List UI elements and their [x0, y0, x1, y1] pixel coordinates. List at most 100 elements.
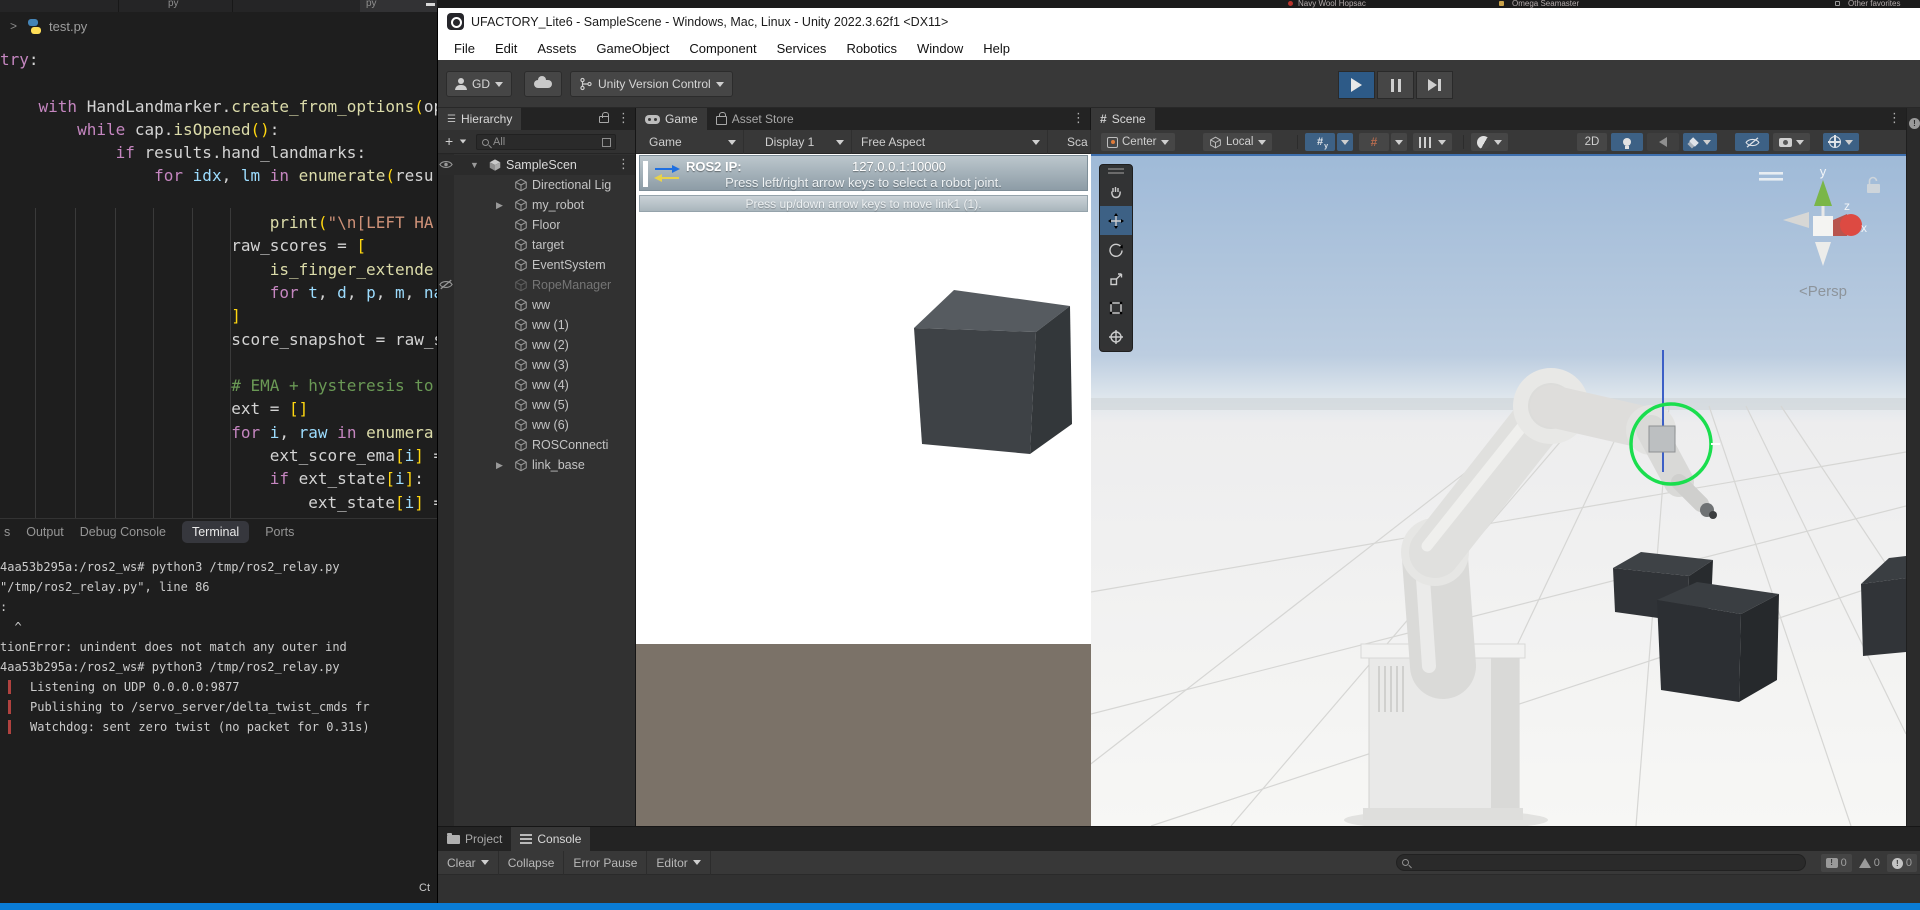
panel-tab-terminal[interactable]: Terminal	[182, 521, 249, 543]
expand-arrow-icon[interactable]: ▶	[496, 200, 503, 211]
tab-asset-store[interactable]: Asset Store	[707, 108, 803, 130]
hierarchy-item-link-base[interactable]: ▶link_base	[438, 455, 635, 475]
camera-settings-dropdown[interactable]	[1773, 133, 1810, 151]
gizmos-dropdown[interactable]	[1823, 133, 1859, 151]
hierarchy-item-ww-4-[interactable]: ww (4)	[438, 375, 635, 395]
kebab-menu-icon[interactable]: ⋮	[617, 157, 630, 172]
scene-audio-toggle[interactable]	[1647, 133, 1679, 151]
scene-orientation-gizmo[interactable]: y z x <Persp	[1751, 162, 1901, 307]
console-warning-count[interactable]: 0	[1854, 854, 1885, 872]
vscode-status-bar[interactable]	[0, 903, 1920, 910]
editor-tab-strip[interactable]: pypy	[0, 0, 437, 12]
snap-toggle[interactable]: #	[1359, 133, 1389, 151]
hierarchy-item-ww-1-[interactable]: ww (1)	[438, 315, 635, 335]
menu-window[interactable]: Window	[907, 41, 973, 56]
hierarchy-search-input[interactable]: All	[476, 134, 616, 150]
menu-edit[interactable]: Edit	[485, 41, 527, 56]
kebab-menu-icon[interactable]: ⋮	[1072, 111, 1085, 126]
menu-services[interactable]: Services	[767, 41, 837, 56]
console-error-count[interactable]: !0	[1887, 854, 1917, 872]
hierarchy-item-rosconnecti[interactable]: ROSConnecti	[438, 435, 635, 455]
unlock-icon[interactable]	[1867, 178, 1880, 194]
perspective-label[interactable]: <Persp	[1799, 283, 1847, 300]
lock-icon[interactable]	[599, 116, 609, 123]
chevron-down-icon[interactable]	[460, 140, 466, 144]
terminal-panel[interactable]: 4aa53b295a:/ros2_ws# python3 /tmp/ros2_r…	[0, 545, 437, 890]
menu-robotics[interactable]: Robotics	[836, 41, 907, 56]
pivot-mode-dropdown[interactable]: Center	[1101, 133, 1175, 151]
account-button[interactable]: GD	[446, 71, 512, 97]
game-toolbar-game-dropdown[interactable]: Game	[642, 130, 744, 154]
ros2-ip-value[interactable]: 127.0.0.1:10000	[852, 159, 946, 174]
hierarchy-item-ropemanager[interactable]: RopeManager	[438, 275, 635, 295]
tab-project[interactable]: Project	[438, 827, 511, 851]
console-editor-button[interactable]: Editor	[647, 851, 710, 875]
console-collapse-button[interactable]: Collapse	[499, 851, 565, 875]
hierarchy-item-target[interactable]: target	[438, 235, 635, 255]
rotate-tool-button[interactable]	[1100, 235, 1132, 264]
console-error-pause-button[interactable]: Error Pause	[564, 851, 647, 875]
eye-icon[interactable]	[439, 159, 453, 171]
step-button[interactable]	[1416, 71, 1453, 99]
code-editor[interactable]: try: with HandLandmarker.create_from_opt…	[0, 40, 437, 518]
console-search-input[interactable]	[1396, 854, 1806, 871]
tab-game[interactable]: Game	[636, 108, 707, 130]
hierarchy-item-floor[interactable]: Floor	[438, 215, 635, 235]
menu-help[interactable]: Help	[973, 41, 1020, 56]
game-toolbar-sca-dropdown[interactable]: Sca	[1060, 130, 1091, 154]
snap-increment-button[interactable]	[1413, 133, 1452, 151]
menu-component[interactable]: Component	[679, 41, 766, 56]
move-tool-button[interactable]	[1100, 206, 1132, 235]
menu-file[interactable]: File	[444, 41, 485, 56]
menu-gameobject[interactable]: GameObject	[586, 41, 679, 56]
panel-tab-ports[interactable]: Ports	[265, 525, 294, 539]
version-control-button[interactable]: Unity Version Control	[570, 71, 733, 97]
grid-options-dropdown[interactable]	[1337, 133, 1353, 151]
rect-tool-button[interactable]	[1100, 293, 1132, 322]
hierarchy-item-ww-3-[interactable]: ww (3)	[438, 355, 635, 375]
game-viewport[interactable]: ROS2 IP: 127.0.0.1:10000 Press left/righ…	[636, 154, 1091, 826]
2d-toggle[interactable]: 2D	[1577, 133, 1607, 151]
transform-tool-button[interactable]	[1100, 322, 1132, 351]
notification-icon[interactable]: !	[1909, 118, 1920, 129]
picker-icon[interactable]	[602, 138, 611, 147]
game-toolbar-display-1-dropdown[interactable]: Display 1	[758, 130, 852, 154]
grid-visibility-toggle[interactable]: #y	[1305, 133, 1335, 151]
bookmark-item[interactable]: Other favorites	[1848, 0, 1900, 8]
effects-dropdown[interactable]	[1683, 133, 1717, 151]
console-message-count[interactable]: !0	[1821, 854, 1852, 872]
menu-assets[interactable]: Assets	[527, 41, 586, 56]
hierarchy-item-my-robot[interactable]: ▶my_robot	[438, 195, 635, 215]
game-toolbar-free-aspect-dropdown[interactable]: Free Aspect	[854, 130, 1048, 154]
view-tool-button[interactable]	[1100, 177, 1132, 206]
bookmark-item[interactable]: Navy Wool Hopsac	[1298, 0, 1366, 8]
pause-button[interactable]	[1377, 71, 1414, 99]
hierarchy-item-directional-lig[interactable]: Directional Lig	[438, 175, 635, 195]
eye-off-icon[interactable]	[439, 279, 453, 291]
hierarchy-item-ww-2-[interactable]: ww (2)	[438, 335, 635, 355]
panel-tab-s[interactable]: s	[4, 525, 10, 539]
hierarchy-item-samplescen[interactable]: ▼SampleScen⋮	[438, 155, 635, 175]
snap-options-dropdown[interactable]	[1391, 133, 1407, 151]
unity-title-bar[interactable]: UFACTORY_Lite6 - SampleScene - Windows, …	[438, 8, 1920, 36]
add-gameobject-button[interactable]: +	[445, 133, 453, 149]
hierarchy-item-ww-5-[interactable]: ww (5)	[438, 395, 635, 415]
scale-tool-button[interactable]	[1100, 264, 1132, 293]
hierarchy-item-ww[interactable]: ww	[438, 295, 635, 315]
drag-handle[interactable]	[1100, 165, 1132, 177]
scene-viewport[interactable]: y z x <Persp	[1091, 154, 1906, 826]
kebab-menu-icon[interactable]: ⋮	[617, 111, 630, 126]
play-button[interactable]	[1338, 71, 1375, 99]
panel-tab-debug-console[interactable]: Debug Console	[80, 525, 166, 539]
breadcrumb[interactable]: > test.py	[0, 12, 437, 40]
console-clear-button[interactable]: Clear	[438, 851, 499, 875]
scene-visibility-toggle[interactable]	[1735, 133, 1769, 151]
tab-hierarchy[interactable]: ☰ Hierarchy	[438, 108, 521, 130]
orientation-dropdown[interactable]: Local	[1203, 133, 1272, 151]
cloud-button[interactable]	[524, 71, 562, 97]
tab-scene[interactable]: # Scene	[1091, 108, 1155, 130]
draw-mode-dropdown[interactable]	[1471, 133, 1508, 151]
bookmark-item[interactable]: Omega Seamaster	[1512, 0, 1579, 8]
panel-tab-output[interactable]: Output	[26, 525, 64, 539]
scene-lighting-toggle[interactable]	[1611, 133, 1643, 151]
